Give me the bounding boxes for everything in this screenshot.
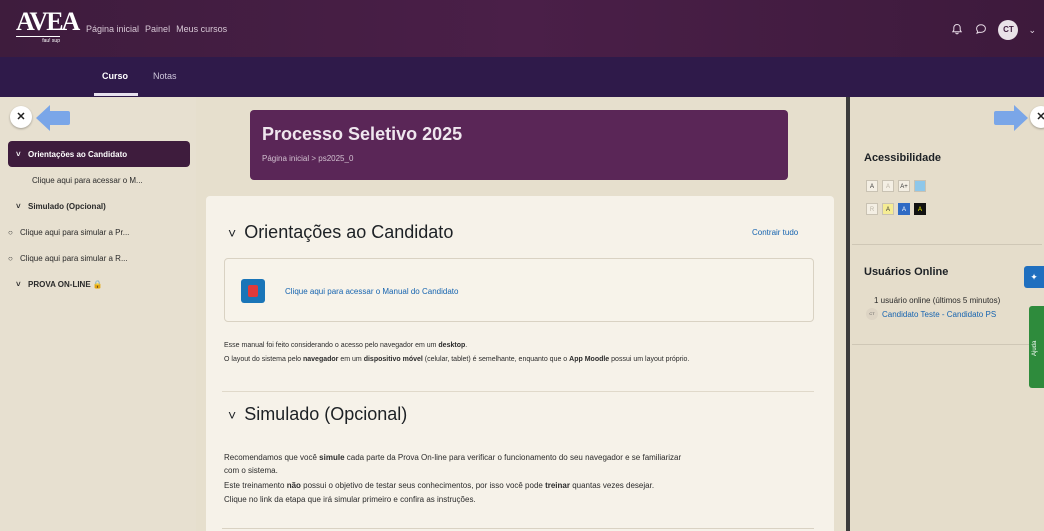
help-tab-label: Ajuda (1032, 340, 1038, 356)
font-size-controls: A A A+ (866, 180, 926, 192)
active-tab-indicator (94, 93, 138, 96)
course-index: ˅ Orientações ao Candidato Clique aqui p… (8, 141, 190, 297)
activity-link[interactable]: Clique aqui para acessar o Manual do Can… (285, 287, 458, 296)
section-divider (222, 391, 814, 392)
chevron-down-icon: ˅ (16, 149, 21, 159)
online-user-name: Candidato Teste - Candidato PS (882, 309, 997, 319)
course-index-activity-manual[interactable]: Clique aqui para acessar o M... (8, 167, 190, 193)
section-title: Orientações ao Candidato (244, 222, 454, 242)
contrast-yellow-button[interactable]: A (882, 203, 894, 215)
font-size-reset-button[interactable]: A (882, 180, 894, 192)
block-divider (852, 244, 1042, 245)
users-icon[interactable]: ✦ (1024, 266, 1044, 288)
chevron-down-icon[interactable]: ⌄ (1028, 25, 1036, 36)
user-avatar[interactable]: CT (998, 20, 1019, 40)
block-divider (852, 344, 1042, 345)
section-label: PROVA ON-LINE 🔒 (28, 279, 103, 289)
contrast-black-button[interactable]: A (914, 203, 926, 215)
course-index-activity-simular-2[interactable]: ○ Clique aqui para simular a R... (8, 245, 190, 271)
course-index-section-orientacoes[interactable]: ˅ Orientações ao Candidato (8, 141, 190, 167)
contrast-reset-button[interactable]: R (866, 203, 878, 215)
resource-icon (241, 279, 265, 303)
logo-subtext: fau! sup (16, 36, 60, 44)
nav-my-courses-link[interactable]: Meus cursos (176, 24, 227, 34)
section-title: Simulado (Opcional) (244, 404, 408, 424)
image-toggle-icon[interactable] (914, 180, 926, 192)
chevron-down-icon: ˅ (228, 225, 237, 241)
activity-label: Clique aqui para simular a R... (20, 253, 128, 263)
avatar: CT (866, 308, 878, 320)
online-users-title: Usuários Online (864, 266, 949, 278)
contrast-blue-button[interactable]: A (898, 203, 910, 215)
drawer-separator (846, 97, 850, 531)
close-icon: ✕ (16, 111, 26, 123)
course-secondary-nav: Curso Notas (0, 57, 1044, 97)
collapse-all-link[interactable]: Contrair tudo (752, 228, 798, 237)
chevron-down-icon: ˅ (16, 201, 21, 211)
arrow-right-icon (994, 105, 1028, 131)
section-heading-simulado[interactable]: ˅ Simulado (Opcional) (228, 404, 407, 425)
contrast-controls: R A A A (866, 203, 926, 215)
top-navbar: AVEA fau! sup Página inicial Painel Meus… (0, 0, 1044, 57)
font-size-increase-button[interactable]: A+ (898, 180, 910, 192)
simulado-text-2: com o sistema. (224, 466, 278, 475)
course-index-activity-simular-1[interactable]: ○ Clique aqui para simular a Pr... (8, 219, 190, 245)
nav-home-link[interactable]: Página inicial (86, 24, 139, 34)
course-index-section-prova[interactable]: ˅ PROVA ON-LINE 🔒 (8, 271, 190, 297)
online-users-count: 1 usuário online (últimos 5 minutos) (874, 296, 1001, 305)
tab-grades[interactable]: Notas (153, 71, 177, 81)
activity-label: Clique aqui para acessar o M... (32, 175, 143, 185)
bell-icon[interactable] (950, 23, 964, 37)
close-course-index-button[interactable]: ✕ (10, 106, 32, 128)
help-side-tab[interactable]: Ajuda (1029, 306, 1044, 388)
online-user-entry[interactable]: CT Candidato Teste - Candidato PS (866, 308, 996, 320)
simulado-text-3: Este treinamento não possui o objetivo d… (224, 481, 655, 490)
chat-icon[interactable] (974, 23, 988, 37)
activity-card-edge (222, 528, 814, 529)
chevron-down-icon: ˅ (228, 407, 237, 423)
nav-dashboard-link[interactable]: Painel (145, 24, 170, 34)
activity-manual-card[interactable]: Clique aqui para acessar o Manual do Can… (224, 258, 814, 322)
circle-icon: ○ (8, 227, 13, 237)
close-icon: ✕ (1036, 111, 1044, 123)
accessibility-title: Acessibilidade (864, 152, 942, 164)
circle-icon: ○ (8, 253, 13, 263)
activity-label: Clique aqui para simular a Pr... (20, 227, 130, 237)
course-index-section-simulado[interactable]: ˅ Simulado (Opcional) (8, 193, 190, 219)
primary-navigation: Página inicial Painel Meus cursos (86, 24, 227, 34)
section-heading-orientacoes[interactable]: ˅ Orientações ao Candidato (228, 222, 453, 243)
section-label: Simulado (Opcional) (28, 201, 106, 211)
simulado-text-4: Clique no link da etapa que irá simular … (224, 495, 476, 504)
breadcrumb[interactable]: Página inicial > ps2025_0 (262, 154, 353, 163)
arrow-left-icon (36, 105, 70, 131)
manual-note-1: Esse manual foi feito considerando o ace… (224, 342, 468, 349)
tab-course[interactable]: Curso (102, 71, 128, 81)
user-controls: CT ⌄ (950, 20, 1036, 40)
site-logo[interactable]: AVEA fau! sup (16, 7, 80, 46)
page-title: Processo Seletivo 2025 (262, 124, 463, 144)
font-size-decrease-button[interactable]: A (866, 180, 878, 192)
page-header: Processo Seletivo 2025 Página inicial > … (250, 110, 788, 180)
logo-text: AVEA (16, 7, 80, 36)
manual-note-2: O layout do sistema pelo navegador em um… (224, 356, 690, 363)
section-label: Orientações ao Candidato (28, 149, 128, 159)
simulado-text-1: Recomendamos que você simule cada parte … (224, 453, 682, 462)
chevron-down-icon: ˅ (16, 279, 21, 289)
